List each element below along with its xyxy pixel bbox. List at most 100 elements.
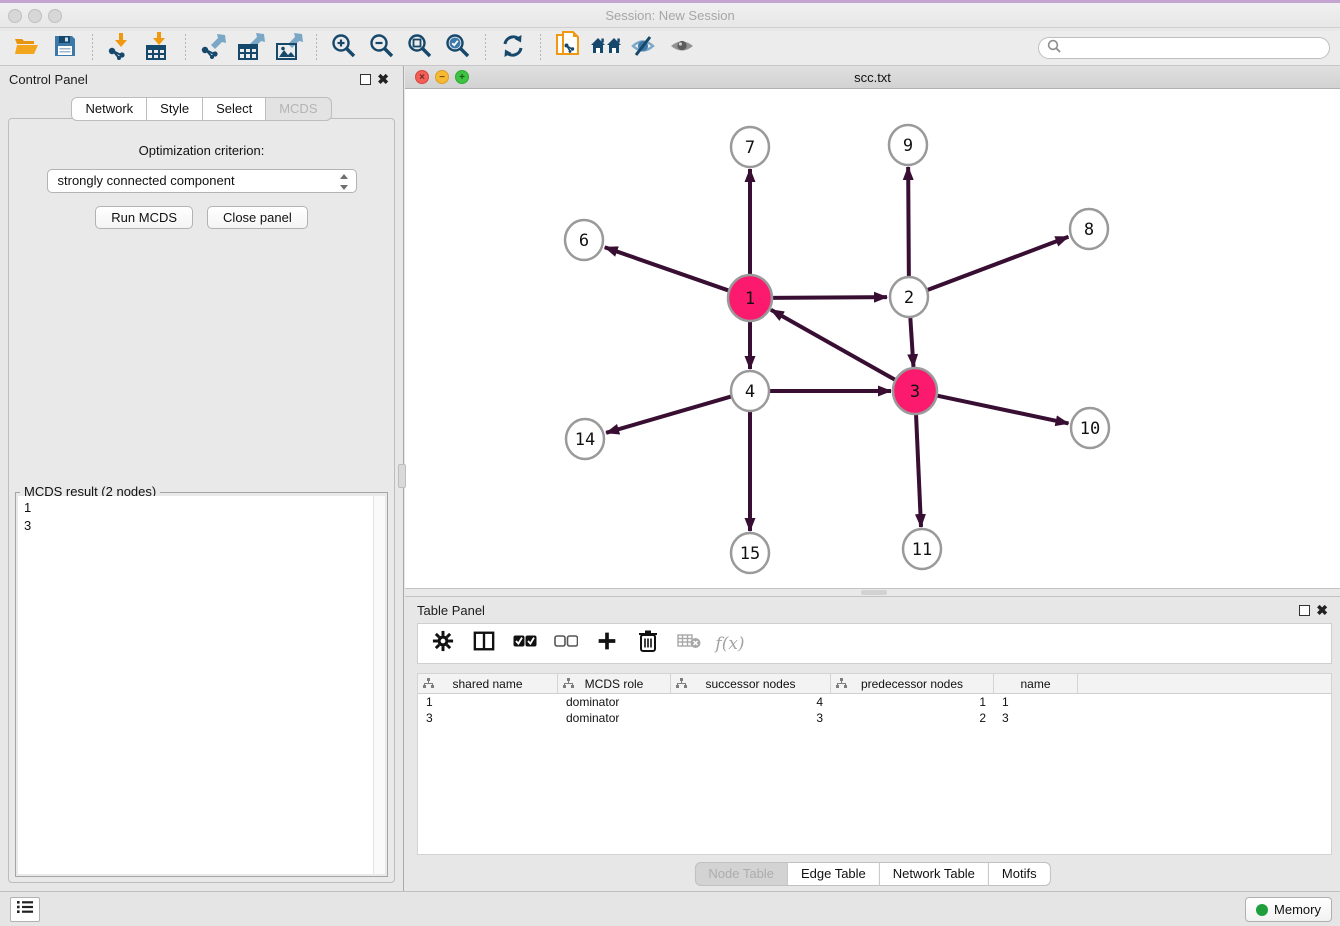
table-panel-title: Table Panel bbox=[417, 603, 485, 618]
edge-3-10[interactable] bbox=[936, 395, 1069, 423]
mcds-result-textarea[interactable]: 1 3 bbox=[18, 496, 385, 874]
show-columns-button[interactable] bbox=[471, 632, 497, 656]
horizontal-splitter-grip[interactable] bbox=[861, 590, 887, 595]
table-settings-button[interactable] bbox=[430, 632, 456, 656]
export-table-button[interactable] bbox=[234, 33, 268, 63]
edge-2-8[interactable] bbox=[927, 237, 1069, 291]
import-network-button[interactable] bbox=[103, 33, 137, 63]
first-neighbors-button[interactable] bbox=[589, 33, 623, 63]
horizontal-splitter[interactable] bbox=[405, 588, 1340, 597]
export-network-button[interactable] bbox=[196, 33, 230, 63]
open-folder-icon bbox=[13, 34, 41, 63]
table-header-row: shared nameMCDS rolesuccessor nodesprede… bbox=[418, 674, 1331, 694]
graph-node-7[interactable]: 7 bbox=[731, 127, 769, 167]
table-cell[interactable]: 4 bbox=[671, 694, 831, 710]
select-all-button[interactable] bbox=[512, 632, 538, 656]
graph-node-14[interactable]: 14 bbox=[566, 419, 604, 459]
export-network-icon bbox=[199, 32, 227, 65]
graph-node-15[interactable]: 15 bbox=[731, 533, 769, 573]
result-scrollbar[interactable] bbox=[373, 496, 385, 874]
optimization-criterion-label: Optimization criterion: bbox=[9, 143, 394, 158]
table-cell[interactable]: dominator bbox=[558, 710, 671, 726]
apply-layout-button[interactable] bbox=[496, 33, 530, 63]
graph-node-8[interactable]: 8 bbox=[1070, 209, 1108, 249]
float-table-panel-icon[interactable] bbox=[1299, 605, 1310, 616]
network-graph[interactable]: 1 2 3 4 6 7 8 9 10 11 14 15 bbox=[405, 90, 1340, 588]
table-cell[interactable]: 3 bbox=[671, 710, 831, 726]
table-tab-edge-table[interactable]: Edge Table bbox=[788, 862, 880, 886]
memory-button[interactable]: Memory bbox=[1245, 897, 1332, 922]
table-cell[interactable]: 2 bbox=[831, 710, 994, 726]
edge-2-3[interactable] bbox=[910, 316, 913, 367]
float-panel-icon[interactable] bbox=[360, 74, 371, 85]
graph-node-10[interactable]: 10 bbox=[1071, 408, 1109, 448]
node-table: shared nameMCDS rolesuccessor nodesprede… bbox=[417, 673, 1332, 855]
tab-mcds[interactable]: MCDS bbox=[266, 97, 331, 121]
table-cell[interactable]: 1 bbox=[831, 694, 994, 710]
table-cell[interactable]: 3 bbox=[418, 710, 558, 726]
network-document-icon bbox=[554, 31, 582, 66]
column-header-successor-nodes[interactable]: successor nodes bbox=[671, 674, 831, 693]
edge-2-9[interactable] bbox=[908, 167, 909, 278]
vertical-splitter-grip[interactable] bbox=[398, 464, 406, 488]
graph-node-11[interactable]: 11 bbox=[903, 529, 941, 569]
zoom-in-button[interactable] bbox=[327, 33, 361, 63]
network-canvas[interactable]: 1 2 3 4 6 7 8 9 10 11 14 15 bbox=[405, 90, 1340, 588]
toolbar-separator bbox=[540, 34, 541, 62]
column-header-shared-name[interactable]: shared name bbox=[418, 674, 558, 693]
graph-node-2[interactable]: 2 bbox=[890, 277, 928, 317]
tab-style[interactable]: Style bbox=[147, 97, 203, 121]
graph-node-6[interactable]: 6 bbox=[565, 220, 603, 260]
task-history-button[interactable] bbox=[10, 897, 40, 922]
show-all-button[interactable] bbox=[665, 33, 699, 63]
zoom-out-button[interactable] bbox=[365, 33, 399, 63]
table-row[interactable]: 3dominator323 bbox=[418, 710, 1331, 726]
table-row[interactable]: 1dominator411 bbox=[418, 694, 1331, 710]
tab-select[interactable]: Select bbox=[203, 97, 266, 121]
dropdown-chevrons-icon bbox=[339, 172, 349, 192]
table-cell[interactable]: 1 bbox=[994, 694, 1078, 710]
open-session-button[interactable] bbox=[10, 33, 44, 63]
run-mcds-button[interactable]: Run MCDS bbox=[95, 206, 193, 229]
graph-node-4[interactable]: 4 bbox=[731, 371, 769, 411]
close-panel-icon[interactable]: ✖ bbox=[377, 71, 389, 87]
delete-column-button[interactable] bbox=[635, 632, 661, 656]
column-header-MCDS-role[interactable]: MCDS role bbox=[558, 674, 671, 693]
close-table-panel-icon[interactable]: ✖ bbox=[1316, 602, 1328, 618]
export-image-button[interactable] bbox=[272, 33, 306, 63]
table-cell[interactable]: dominator bbox=[558, 694, 671, 710]
deselect-all-button[interactable] bbox=[553, 632, 579, 656]
graph-node-9[interactable]: 9 bbox=[889, 125, 927, 165]
function-builder-button-disabled[interactable]: f(x) bbox=[717, 632, 743, 656]
search-input[interactable] bbox=[1066, 41, 1321, 56]
column-header-predecessor-nodes[interactable]: predecessor nodes bbox=[831, 674, 994, 693]
close-panel-button[interactable]: Close panel bbox=[207, 206, 308, 229]
column-header-name[interactable]: name bbox=[994, 674, 1078, 693]
graph-node-3[interactable]: 3 bbox=[893, 368, 937, 414]
svg-text:2: 2 bbox=[904, 288, 914, 308]
edge-1-2[interactable] bbox=[771, 297, 887, 298]
eye-slash-icon bbox=[630, 34, 658, 63]
delete-table-button-disabled[interactable] bbox=[676, 632, 702, 656]
edge-1-6[interactable] bbox=[605, 247, 730, 291]
tab-network[interactable]: Network bbox=[71, 97, 147, 121]
criterion-dropdown[interactable]: strongly connected component bbox=[47, 169, 357, 193]
edge-3-1[interactable] bbox=[771, 310, 897, 381]
zoom-selected-button[interactable] bbox=[441, 33, 475, 63]
zoom-out-icon bbox=[369, 33, 395, 64]
table-cell[interactable]: 1 bbox=[418, 694, 558, 710]
hide-selection-button[interactable] bbox=[627, 33, 661, 63]
import-table-button[interactable] bbox=[141, 33, 175, 63]
create-column-button[interactable] bbox=[594, 632, 620, 656]
table-cell[interactable]: 3 bbox=[994, 710, 1078, 726]
zoom-fit-button[interactable] bbox=[403, 33, 437, 63]
search-box[interactable] bbox=[1038, 37, 1330, 59]
table-tab-motifs[interactable]: Motifs bbox=[989, 862, 1051, 886]
new-network-from-selection-button[interactable] bbox=[551, 33, 585, 63]
table-tab-node-table[interactable]: Node Table bbox=[694, 862, 788, 886]
save-session-button[interactable] bbox=[48, 33, 82, 63]
table-tab-network-table[interactable]: Network Table bbox=[880, 862, 989, 886]
graph-node-1[interactable]: 1 bbox=[728, 275, 772, 321]
edge-3-11[interactable] bbox=[916, 412, 921, 527]
edge-4-14[interactable] bbox=[606, 396, 732, 433]
